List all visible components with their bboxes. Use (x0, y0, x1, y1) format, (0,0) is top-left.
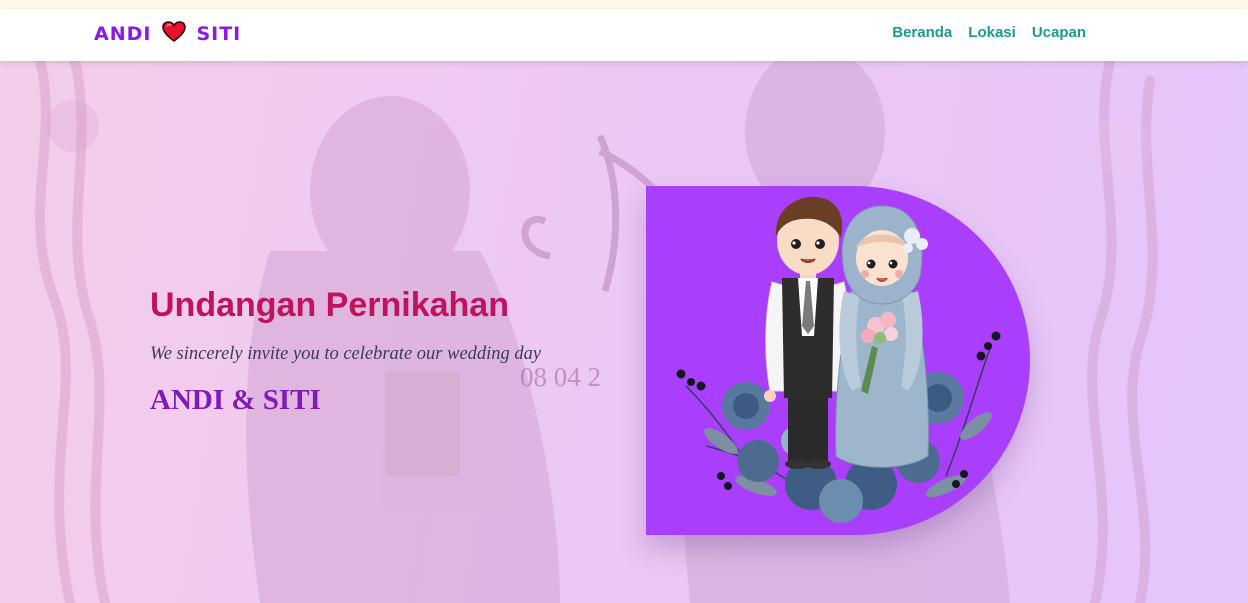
brand-logo[interactable]: ANDI SITI (94, 21, 241, 47)
nav-link-ucapan[interactable]: Ucapan (1032, 24, 1086, 41)
couple-illustration-card (646, 186, 1030, 535)
main-nav: Beranda Lokasi Ucapan (892, 24, 1086, 41)
brand-right-name: SITI (196, 23, 242, 45)
background-photo: 08 04 2 (35, 61, 1158, 603)
background-date-watermark: 08 04 2 (520, 362, 601, 392)
hero-section: 08 04 2 Undangan Pernikahan We sincerely… (0, 61, 1248, 603)
navbar: ANDI SITI Beranda Lokasi Ucapan (0, 9, 1248, 61)
bride-figure (835, 205, 929, 468)
nav-link-beranda[interactable]: Beranda (892, 24, 952, 41)
heart-icon (162, 21, 187, 47)
invitation-title: Undangan Pernikahan (150, 286, 509, 324)
brand-left-name: ANDI (94, 23, 152, 45)
couple-illustration (676, 196, 1001, 523)
nav-link-lokasi[interactable]: Lokasi (968, 24, 1016, 41)
couple-names: ANDI & SITI (150, 384, 321, 416)
invitation-tagline: We sincerely invite you to celebrate our… (150, 344, 542, 364)
